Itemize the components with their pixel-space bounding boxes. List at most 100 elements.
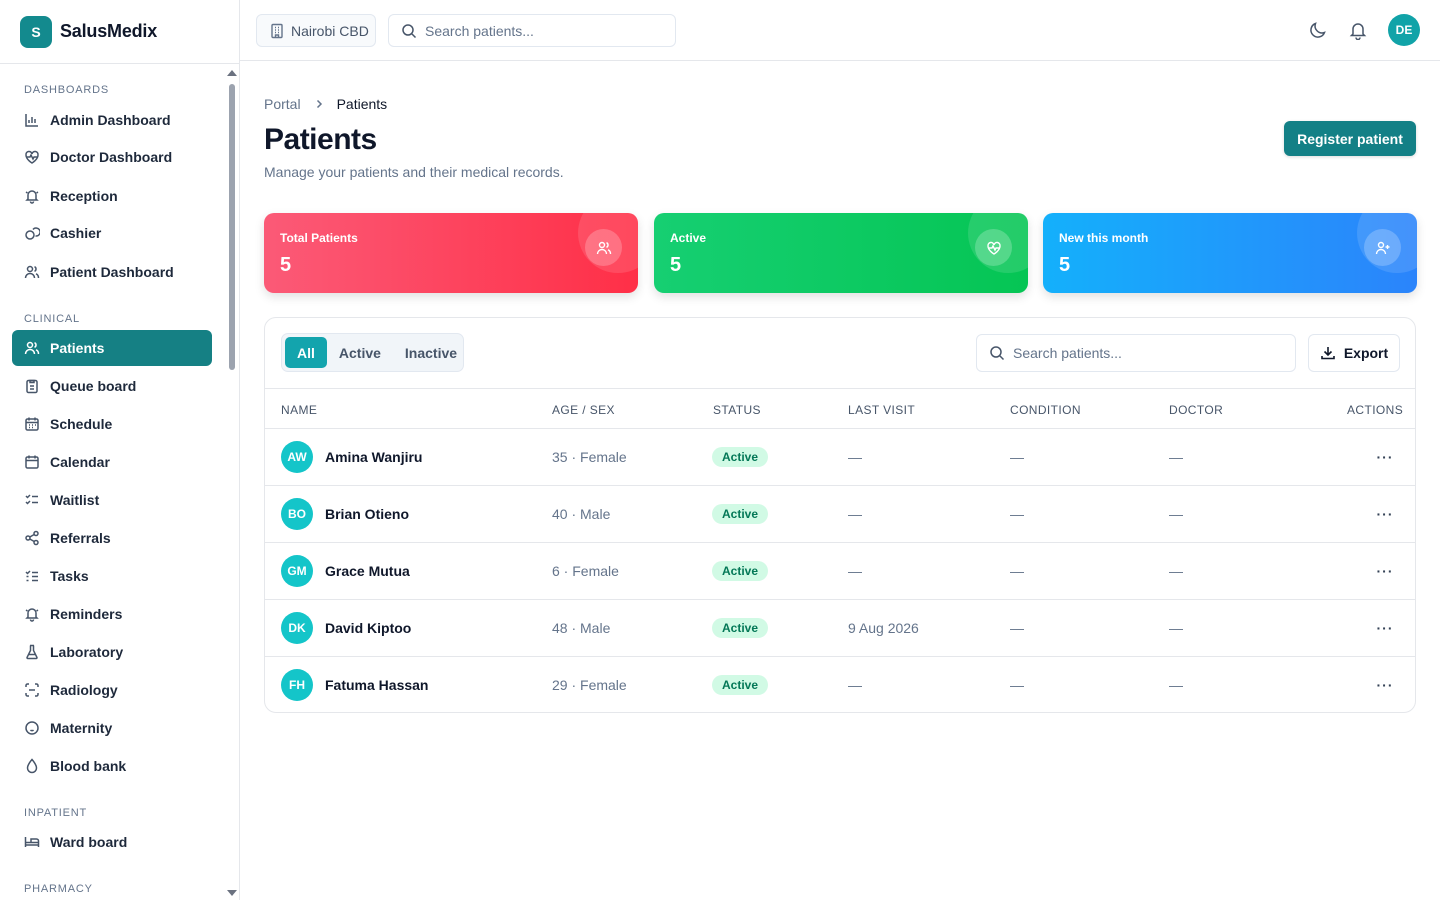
sidebar-item-label: Waitlist	[50, 492, 100, 508]
page-title: Patients	[264, 123, 377, 156]
sidebar-item-schedule[interactable]: Schedule	[12, 406, 212, 442]
baby-icon	[24, 720, 40, 736]
nav-section-inpatient: Inpatient	[24, 807, 88, 819]
tab-active[interactable]: Active	[327, 337, 393, 368]
more-actions-icon[interactable]: ···	[1369, 503, 1401, 525]
scroll-up-arrow-icon[interactable]	[227, 70, 237, 76]
sidebar-item-label: Reminders	[50, 606, 123, 622]
patient-doctor: —	[1169, 620, 1183, 636]
bell-ring-icon	[24, 606, 40, 622]
table-row[interactable]: BO Brian Otieno 40 · Male Active — — — ·…	[265, 486, 1415, 543]
sidebar-item-cashier[interactable]: Cashier	[12, 215, 212, 251]
page-subtitle: Manage your patients and their medical r…	[264, 164, 564, 180]
tab-inactive[interactable]: Inactive	[393, 337, 469, 368]
sidebar-item-label: Referrals	[50, 530, 111, 546]
sidebar: S SalusMedix Dashboards Admin Dashboard …	[0, 0, 240, 900]
table-row[interactable]: DK David Kiptoo 48 · Male Active 9 Aug 2…	[265, 600, 1415, 657]
sidebar-item-laboratory[interactable]: Laboratory	[12, 634, 212, 670]
sidebar-item-maternity[interactable]: Maternity	[12, 710, 212, 746]
breadcrumb-portal-link[interactable]: Portal	[264, 96, 301, 112]
sidebar-item-radiology[interactable]: Radiology	[12, 672, 212, 708]
patient-name[interactable]: Fatuma Hassan	[325, 677, 428, 693]
download-icon	[1320, 345, 1336, 361]
branch-name: Nairobi CBD	[291, 22, 369, 39]
more-actions-icon[interactable]: ···	[1369, 674, 1401, 696]
theme-toggle-moon-icon[interactable]	[1307, 19, 1329, 41]
patient-name[interactable]: Brian Otieno	[325, 506, 409, 522]
export-button[interactable]: Export	[1308, 334, 1400, 372]
patient-last-visit: —	[848, 563, 862, 579]
stat-value: 5	[1059, 254, 1071, 276]
table-row[interactable]: AW Amina Wanjiru 35 · Female Active — — …	[265, 429, 1415, 486]
patient-last-visit: 9 Aug 2026	[848, 620, 919, 636]
sidebar-item-waitlist[interactable]: Waitlist	[12, 482, 212, 518]
status-badge: Active	[712, 618, 769, 638]
patient-avatar: DK	[281, 612, 313, 644]
coins-icon	[24, 225, 40, 241]
register-patient-button[interactable]: Register patient	[1284, 121, 1416, 156]
table-search-input[interactable]	[1013, 345, 1243, 361]
patient-condition: —	[1010, 506, 1024, 522]
sidebar-item-label: Ward board	[50, 834, 128, 850]
global-search[interactable]	[388, 14, 676, 47]
branch-selector[interactable]: Nairobi CBD	[256, 14, 376, 47]
list-todo-icon	[24, 568, 40, 584]
table-row[interactable]: GM Grace Mutua 6 · Female Active — — — ·…	[265, 543, 1415, 600]
column-header-age-sex: Age / Sex	[552, 403, 615, 417]
user-plus-icon	[1364, 229, 1401, 266]
patient-age-sex: 29 · Female	[552, 677, 627, 693]
user-avatar[interactable]: DE	[1388, 14, 1420, 46]
clipboard-list-icon	[24, 378, 40, 394]
patient-doctor: —	[1169, 563, 1183, 579]
sidebar-item-reminders[interactable]: Reminders	[12, 596, 212, 632]
notifications-bell-icon[interactable]	[1347, 19, 1369, 41]
sidebar-nav: Dashboards Admin Dashboard Doctor Dashbo…	[0, 64, 226, 900]
patient-condition: —	[1010, 677, 1024, 693]
table-search[interactable]	[976, 334, 1296, 372]
sidebar-item-ward-board[interactable]: Ward board	[12, 824, 212, 860]
sidebar-item-referrals[interactable]: Referrals	[12, 520, 212, 556]
patient-name[interactable]: Grace Mutua	[325, 563, 410, 579]
stat-card-active: Active 5	[654, 213, 1028, 293]
patient-name[interactable]: Amina Wanjiru	[325, 449, 423, 465]
sidebar-item-doctor-dashboard[interactable]: Doctor Dashboard	[12, 139, 212, 175]
sidebar-scrollbar[interactable]	[226, 64, 238, 900]
more-actions-icon[interactable]: ···	[1369, 617, 1401, 639]
more-actions-icon[interactable]: ···	[1369, 560, 1401, 582]
stat-card-new-this-month: New this month 5	[1043, 213, 1417, 293]
patient-avatar: AW	[281, 441, 313, 473]
patient-avatar: FH	[281, 669, 313, 701]
sidebar-item-admin-dashboard[interactable]: Admin Dashboard	[12, 102, 212, 138]
sidebar-item-label: Calendar	[50, 454, 110, 470]
sidebar-item-queue-board[interactable]: Queue board	[12, 368, 212, 404]
sidebar-item-blood-bank[interactable]: Blood bank	[12, 748, 212, 784]
chevron-right-icon	[313, 98, 325, 110]
column-header-name: Name	[281, 403, 318, 417]
scroll-thumb[interactable]	[229, 84, 235, 370]
brand[interactable]: S SalusMedix	[0, 0, 239, 64]
sidebar-item-tasks[interactable]: Tasks	[12, 558, 212, 594]
stat-label: Active	[670, 231, 707, 245]
sidebar-item-label: Radiology	[50, 682, 118, 698]
scroll-down-arrow-icon[interactable]	[227, 890, 237, 896]
patient-condition: —	[1010, 620, 1024, 636]
building-icon	[269, 23, 285, 39]
flask-icon	[24, 644, 40, 660]
sidebar-item-label: Patients	[50, 340, 105, 356]
patient-condition: —	[1010, 449, 1024, 465]
sidebar-item-patient-dashboard[interactable]: Patient Dashboard	[12, 254, 212, 290]
list-checks-icon	[24, 492, 40, 508]
global-search-input[interactable]	[425, 22, 655, 39]
patient-avatar: BO	[281, 498, 313, 530]
patient-doctor: —	[1169, 506, 1183, 522]
tab-all[interactable]: All	[285, 337, 327, 368]
more-actions-icon[interactable]: ···	[1369, 446, 1401, 468]
sidebar-item-patients[interactable]: Patients	[12, 330, 212, 366]
column-header-condition: Condition	[1010, 403, 1081, 417]
users-icon	[24, 264, 40, 280]
sidebar-item-calendar[interactable]: Calendar	[12, 444, 212, 480]
table-row[interactable]: FH Fatuma Hassan 29 · Female Active — — …	[265, 657, 1415, 712]
top-bar: Nairobi CBD DE	[240, 0, 1440, 61]
patient-name[interactable]: David Kiptoo	[325, 620, 411, 636]
sidebar-item-reception[interactable]: Reception	[12, 178, 212, 214]
